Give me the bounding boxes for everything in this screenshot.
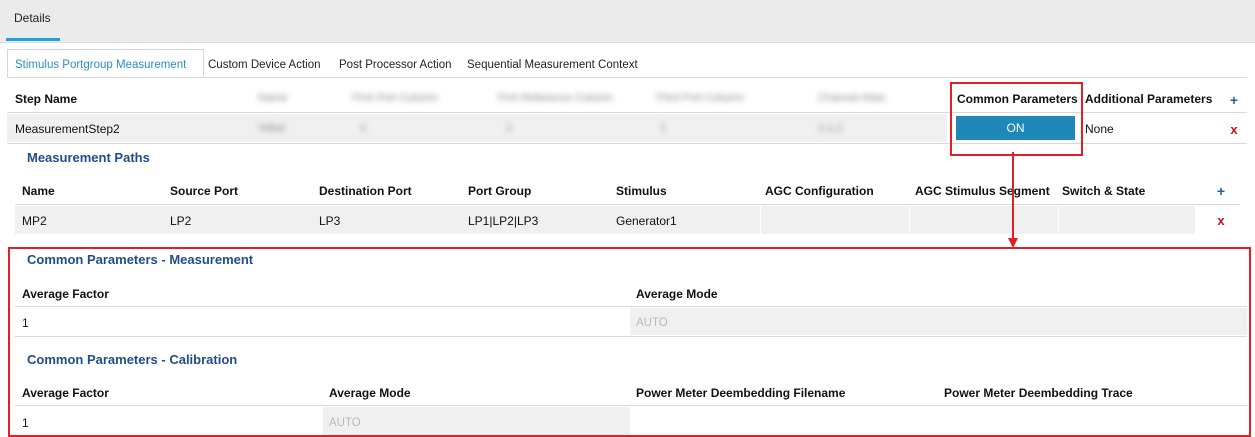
calibration-average-mode-value: AUTO xyxy=(329,417,361,429)
step-blurred-3: 1 xyxy=(506,122,513,134)
measurement-header-divider xyxy=(15,306,1247,307)
tab-details-underline xyxy=(6,38,60,41)
paths-header-agc-configuration: AGC Configuration xyxy=(765,184,874,198)
paths-header-port-group: Port Group xyxy=(468,184,532,198)
step-name-cell[interactable]: MeasurementStep2 xyxy=(15,122,120,136)
arrow-down-icon xyxy=(1008,152,1018,248)
calibration-section-title: Common Parameters - Calibration xyxy=(27,352,238,367)
additional-parameters-value[interactable]: None xyxy=(1085,122,1114,136)
calibration-header-pm-deembedding-trace: Power Meter Deembedding Trace xyxy=(944,386,1133,400)
step-blurred-1: Value xyxy=(258,122,286,134)
details-tab-bar xyxy=(0,0,1255,43)
calibration-average-factor-value[interactable]: 1 xyxy=(22,416,29,430)
step-blurred-2: 1 xyxy=(360,122,367,134)
subtab-custom-device-action[interactable]: Custom Device Action xyxy=(208,59,321,71)
measurement-section-title: Common Parameters - Measurement xyxy=(27,252,254,267)
paths-header-source-port: Source Port xyxy=(170,184,239,198)
subtab-sequential-measurement-context[interactable]: Sequential Measurement Context xyxy=(467,59,638,71)
step-blurred-5: 1,1,1 xyxy=(818,122,843,134)
paths-header-divider xyxy=(15,204,1240,205)
path-name-cell[interactable]: MP2 xyxy=(22,214,47,228)
calibration-average-mode-field-bg xyxy=(323,407,630,435)
paths-header-name: Name xyxy=(22,184,55,198)
header-blurred-2: First Port Column xyxy=(352,92,438,104)
measurement-average-mode-field-bg xyxy=(630,308,1247,335)
delete-step-x-icon[interactable]: x xyxy=(1228,123,1240,136)
path-row-separator-3 xyxy=(1058,206,1059,234)
calibration-header-average-factor: Average Factor xyxy=(22,386,109,400)
tab-details[interactable]: Details xyxy=(14,11,51,25)
path-destination-port-cell[interactable]: LP3 xyxy=(319,214,340,228)
calibration-header-divider xyxy=(15,405,1247,406)
header-blurred-3: Port Reference Column xyxy=(498,92,613,104)
measurement-average-factor-value[interactable]: 1 xyxy=(22,316,29,330)
header-blurred-1: Name xyxy=(258,92,288,104)
add-step-plus-icon[interactable]: + xyxy=(1227,93,1241,107)
paths-header-destination-port: Destination Port xyxy=(319,184,412,198)
subtab-stimulus-portgroup-measurement[interactable]: Stimulus Portgroup Measurement xyxy=(15,59,186,71)
calibration-header-average-mode: Average Mode xyxy=(329,386,411,400)
paths-header-agc-stimulus-segment: AGC Stimulus Segment xyxy=(915,184,1050,198)
header-step-name: Step Name xyxy=(15,92,78,106)
measurement-header-average-factor: Average Factor xyxy=(22,287,109,301)
path-source-port-cell[interactable]: LP2 xyxy=(170,214,191,228)
subtab-post-processor-action[interactable]: Post Processor Action xyxy=(339,59,452,71)
delete-path-x-icon[interactable]: x xyxy=(1215,214,1227,227)
measurement-header-average-mode: Average Mode xyxy=(636,287,718,301)
header-blurred-5: Channel Alias xyxy=(818,92,886,104)
add-path-plus-icon[interactable]: + xyxy=(1214,184,1228,198)
measurement-paths-title: Measurement Paths xyxy=(27,150,150,165)
measurement-row-divider xyxy=(15,336,1247,337)
path-port-group-cell[interactable]: LP1|LP2|LP3 xyxy=(468,214,538,228)
step-blurred-4: 1 xyxy=(660,122,667,134)
header-blurred-4: Third Port Column xyxy=(655,92,745,104)
subtab-divider xyxy=(7,77,1247,78)
common-parameters-highlight xyxy=(950,82,1083,156)
path-row-separator-1 xyxy=(760,206,761,234)
paths-header-stimulus: Stimulus xyxy=(616,184,667,198)
paths-header-switch-state: Switch & State xyxy=(1062,184,1146,198)
calibration-header-pm-deembedding-filename: Power Meter Deembedding Filename xyxy=(636,386,846,400)
header-additional-parameters: Additional Parameters xyxy=(1085,92,1213,106)
measurement-average-mode-value: AUTO xyxy=(636,317,668,329)
path-row-separator-2 xyxy=(909,206,910,234)
path-stimulus-cell[interactable]: Generator1 xyxy=(616,214,677,228)
step-row-background xyxy=(7,114,947,142)
